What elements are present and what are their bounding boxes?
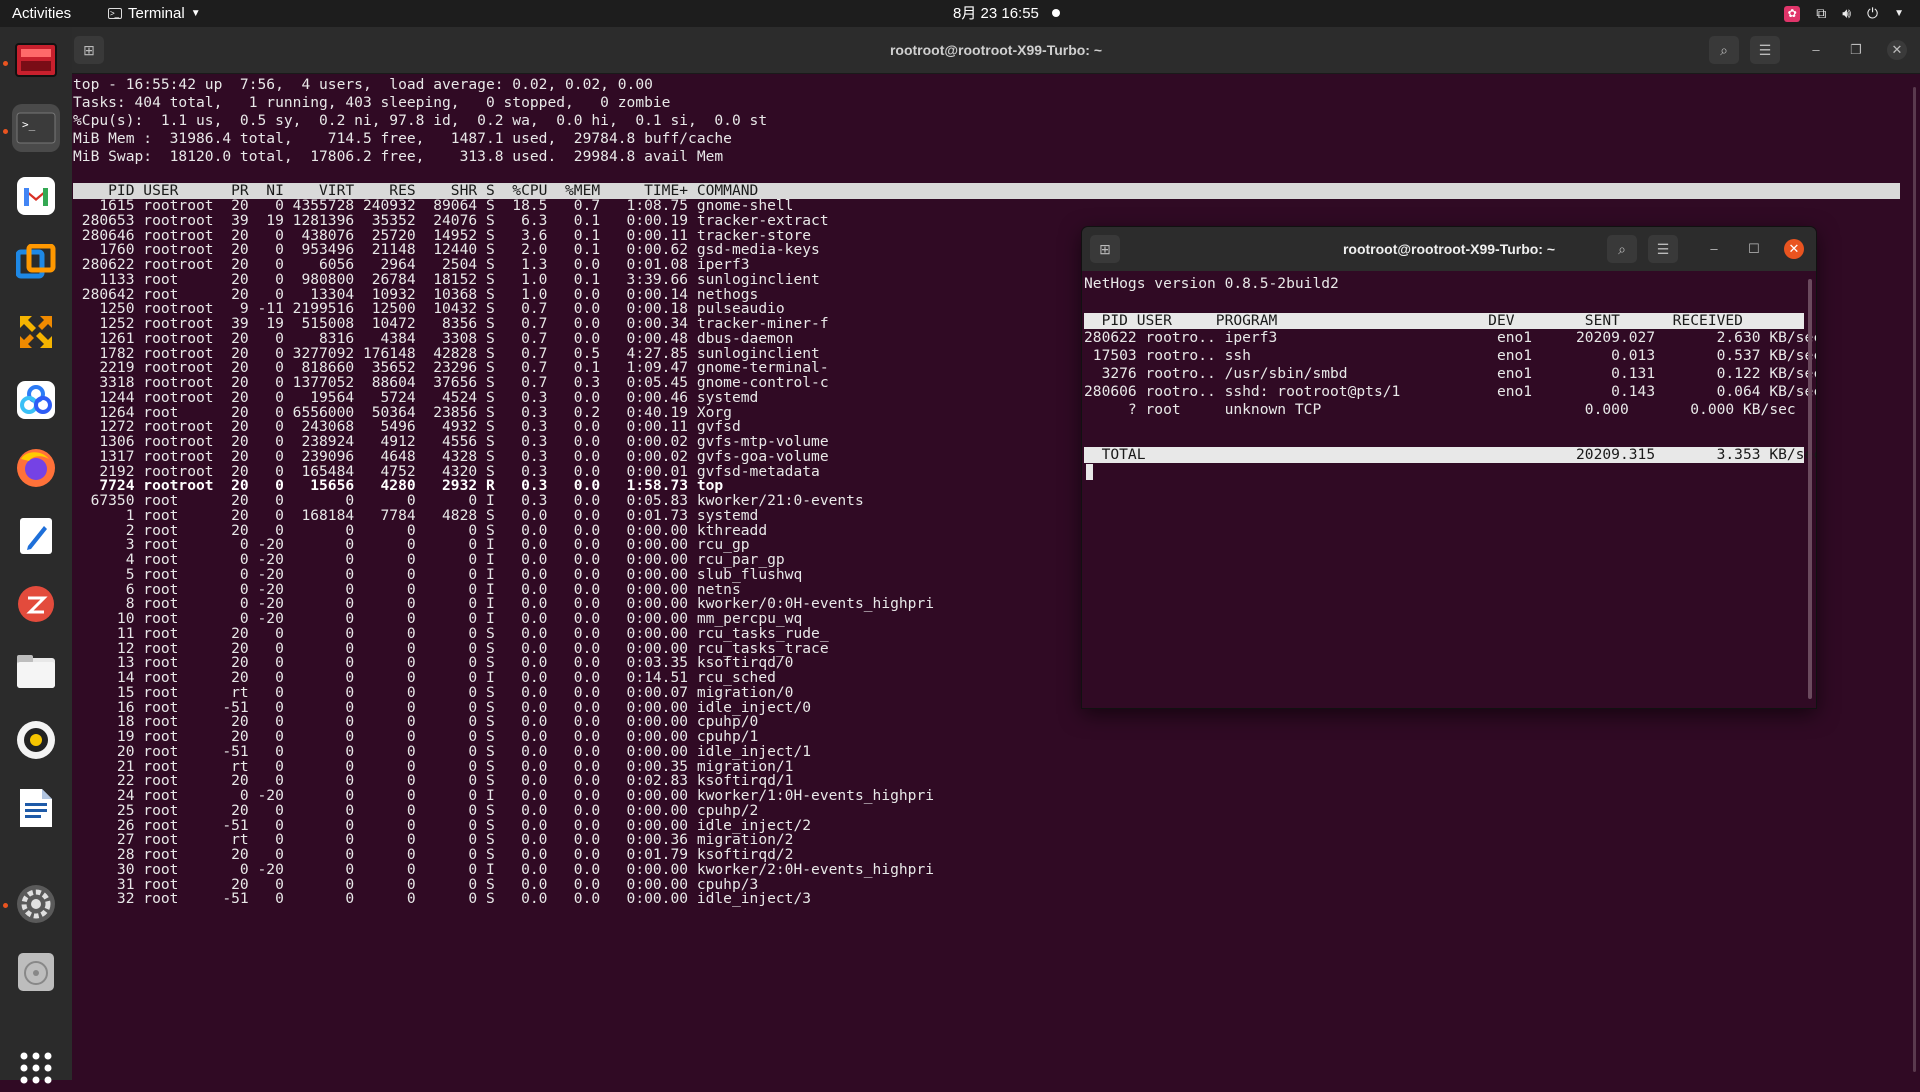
hamburger-menu-icon[interactable]: ☰ — [1648, 235, 1678, 263]
notification-dot-icon — [1052, 9, 1060, 17]
writer-icon[interactable] — [12, 784, 60, 832]
app-red-icon[interactable] — [12, 580, 60, 628]
power-icon[interactable]: ⏻ — [1867, 0, 1878, 27]
svg-text:>_: >_ — [22, 118, 36, 131]
search-icon[interactable]: ⌕ — [1607, 235, 1637, 263]
sunlogin-icon[interactable] — [12, 308, 60, 356]
terminal-red-icon[interactable] — [12, 36, 60, 84]
baidu-netdisk-icon[interactable] — [12, 376, 60, 424]
maximize-icon[interactable]: ☐ — [1744, 239, 1764, 259]
summary-line: MiB Swap: 18120.0 total, 17806.2 free, 3… — [73, 148, 724, 165]
settings-icon[interactable] — [12, 880, 60, 928]
dock: >_ — [0, 27, 72, 1084]
files-icon[interactable] — [12, 648, 60, 696]
activities-button[interactable]: Activities — [12, 0, 71, 27]
gmail-icon[interactable] — [12, 172, 60, 220]
process-table: 1615 rootroot 20 0 4355728 240932 89064 … — [73, 198, 934, 908]
network-icon[interactable]: ⧉ — [1816, 0, 1826, 27]
main-terminal-header: ⊞ rootroot@rootroot-X99-Turbo: ~ ⌕ ☰ – ❐… — [72, 27, 1920, 74]
system-tray[interactable]: ✿ ⧉ 🔊︎ ⏻ ▼ — [1784, 0, 1904, 27]
nethogs-header: ⊞ rootroot@rootroot-X99-Turbo: ~ ⌕ ☰ – ☐… — [1082, 227, 1816, 271]
scrollbar[interactable] — [1808, 279, 1812, 699]
summary-line: top - 16:55:42 up 7:56, 4 users, load av… — [73, 76, 653, 93]
chevron-down-icon: ▼ — [190, 8, 201, 19]
minimize-icon[interactable]: – — [1806, 40, 1826, 60]
top-bar: Activities >_ Terminal ▼ 8月 23 16:55 ✿ ⧉… — [0, 0, 1920, 27]
hamburger-menu-icon[interactable]: ☰ — [1750, 36, 1780, 64]
close-icon[interactable]: ✕ — [1887, 40, 1907, 60]
text-editor-icon[interactable] — [12, 512, 60, 560]
volume-icon[interactable]: 🔊︎ — [1842, 0, 1851, 27]
running-indicator — [3, 129, 8, 134]
disk-icon[interactable] — [12, 948, 60, 996]
firefox-icon[interactable] — [12, 444, 60, 492]
nethogs-terminal-window[interactable]: ⊞ rootroot@rootroot-X99-Turbo: ~ ⌕ ☰ – ☐… — [1082, 227, 1816, 708]
system-menu-chevron-icon[interactable]: ▼ — [1894, 0, 1904, 27]
rhythmbox-icon[interactable] — [12, 716, 60, 764]
nethogs-row: 280606 rootro.. sshd: rootroot@pts/1 eno… — [1084, 383, 1816, 400]
nethogs-row: 3276 rootro.. /usr/sbin/smbd eno1 0.131 … — [1084, 365, 1816, 382]
process-row: 32 root -51 0 0 0 0 S 0.0 0.0 0:00.00 id… — [73, 890, 812, 908]
minimize-icon[interactable]: – — [1704, 239, 1724, 259]
main-terminal-title: rootroot@rootroot-X99-Turbo: ~ — [889, 42, 1103, 58]
text-cursor — [1086, 464, 1093, 480]
restore-icon[interactable]: ❐ — [1846, 40, 1866, 60]
nethogs-version: NetHogs version 0.8.5-2build2 — [1084, 275, 1339, 292]
nethogs-column-headers: PID USER PROGRAM DEV SENT RECEIVED — [1084, 312, 1805, 329]
app-grid-icon[interactable] — [12, 1044, 60, 1092]
sunlogin-tray-icon[interactable]: ✿ — [1784, 5, 1801, 22]
terminal-small-icon: >_ — [108, 8, 122, 19]
scrollbar[interactable] — [1913, 87, 1916, 1072]
nethogs-row: ? root unknown TCP 0.000 0.000 KB/sec — [1084, 401, 1796, 418]
running-indicator — [3, 903, 8, 908]
summary-line: %Cpu(s): 1.1 us, 0.5 sy, 0.2 ni, 97.8 id… — [73, 112, 768, 129]
running-indicator — [3, 61, 8, 66]
nethogs-row: 17503 rootro.. ssh eno1 0.013 0.537 KB/s… — [1084, 347, 1816, 364]
top-summary: top - 16:55:42 up 7:56, 4 users, load av… — [73, 76, 767, 166]
terminal-icon[interactable]: >_ — [12, 104, 60, 152]
search-icon[interactable]: ⌕ — [1709, 36, 1739, 64]
app-menu[interactable]: >_ Terminal ▼ — [108, 0, 201, 27]
app-menu-label: Terminal — [128, 5, 185, 22]
summary-line: MiB Mem : 31986.4 total, 714.5 free, 148… — [73, 130, 732, 147]
nethogs-total-row: TOTAL 20209.315 3.353 KB/sec — [1084, 446, 1816, 463]
clock[interactable]: 8月 23 16:55 — [953, 0, 1039, 27]
nethogs-row: 280622 rootro.. iperf3 eno1 20209.027 2.… — [1084, 329, 1816, 346]
remote-desktop-icon[interactable] — [12, 240, 60, 288]
close-icon[interactable]: ✕ — [1784, 239, 1804, 259]
summary-line: Tasks: 404 total, 1 running, 403 sleepin… — [73, 94, 671, 111]
nethogs-rows: 280622 rootro.. iperf3 eno1 20209.027 2.… — [1084, 329, 1816, 419]
